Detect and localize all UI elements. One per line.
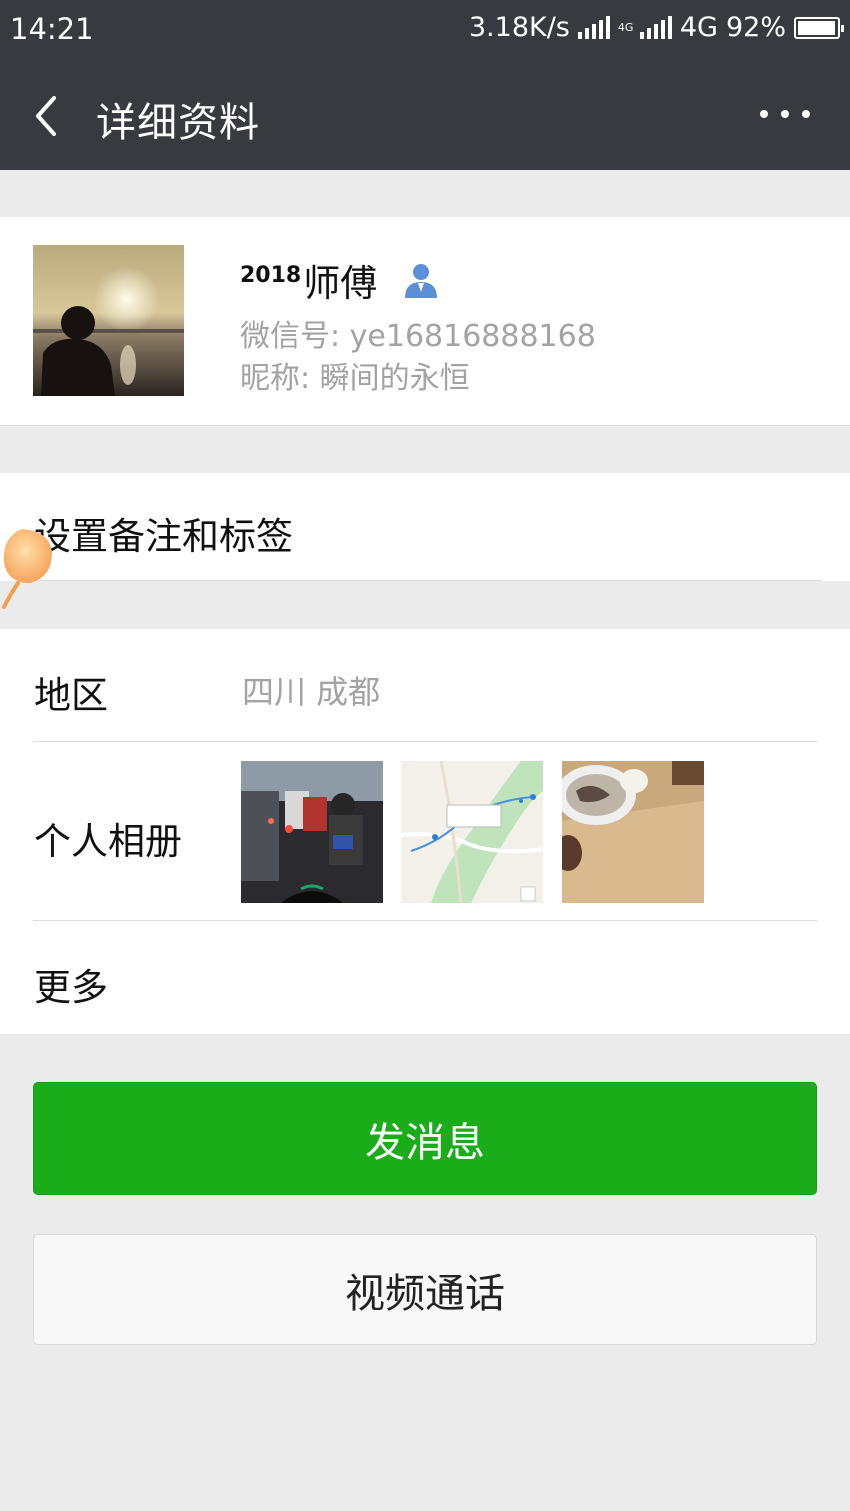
divider (33, 741, 817, 742)
wechat-id: 微信号: ye16816888168 (240, 319, 596, 354)
status-bar: 14:21 3.18K/s 4G 4G 92% (0, 0, 850, 62)
name-row: 2018 师傅 (240, 253, 441, 307)
status-indicators: 3.18K/s 4G 4G 92% (468, 12, 844, 43)
network-type: 4G (679, 12, 718, 43)
region-label: 地区 (34, 674, 108, 717)
battery-percent: 92% (725, 12, 786, 43)
video-call-button[interactable]: 视频通话 (33, 1234, 817, 1345)
album-thumbnail[interactable] (401, 761, 543, 903)
lantern-icon (2, 529, 53, 609)
divider (33, 580, 822, 581)
divider (33, 920, 817, 921)
title-bar: 详细资料 (0, 62, 850, 170)
status-time: 14:21 (10, 12, 94, 46)
avatar[interactable] (33, 245, 184, 396)
page-title: 详细资料 (96, 100, 260, 146)
details-card: 地区 四川 成都 个人相册 更多 (0, 629, 850, 1034)
send-message-button[interactable]: 发消息 (33, 1082, 817, 1195)
person-icon (405, 264, 438, 298)
album-thumbnail[interactable] (562, 761, 704, 903)
mini-network-label: 4G (617, 21, 634, 34)
region-value: 四川 成都 (242, 673, 381, 711)
more-label[interactable]: 更多 (34, 957, 108, 1011)
more-options-icon[interactable] (760, 102, 810, 126)
album-label: 个人相册 (34, 820, 182, 863)
name-prefix: 2018 (240, 262, 302, 288)
signal-icon-2 (639, 15, 672, 39)
network-speed: 3.18K/s (468, 12, 570, 43)
signal-icon (577, 15, 610, 39)
profile-card: 2018 师傅 微信号: ye16816888168 昵称: 瞬间的永恒 (0, 217, 850, 426)
battery-icon (794, 16, 844, 39)
remark-tags-row[interactable]: 设置备注和标签 (0, 473, 850, 581)
back-chevron-icon[interactable] (30, 92, 70, 140)
contact-name: 师傅 (303, 262, 378, 305)
remark-label: 设置备注和标签 (34, 515, 293, 558)
album-thumbnail[interactable] (241, 761, 383, 903)
nickname: 昵称: 瞬间的永恒 (240, 361, 470, 396)
